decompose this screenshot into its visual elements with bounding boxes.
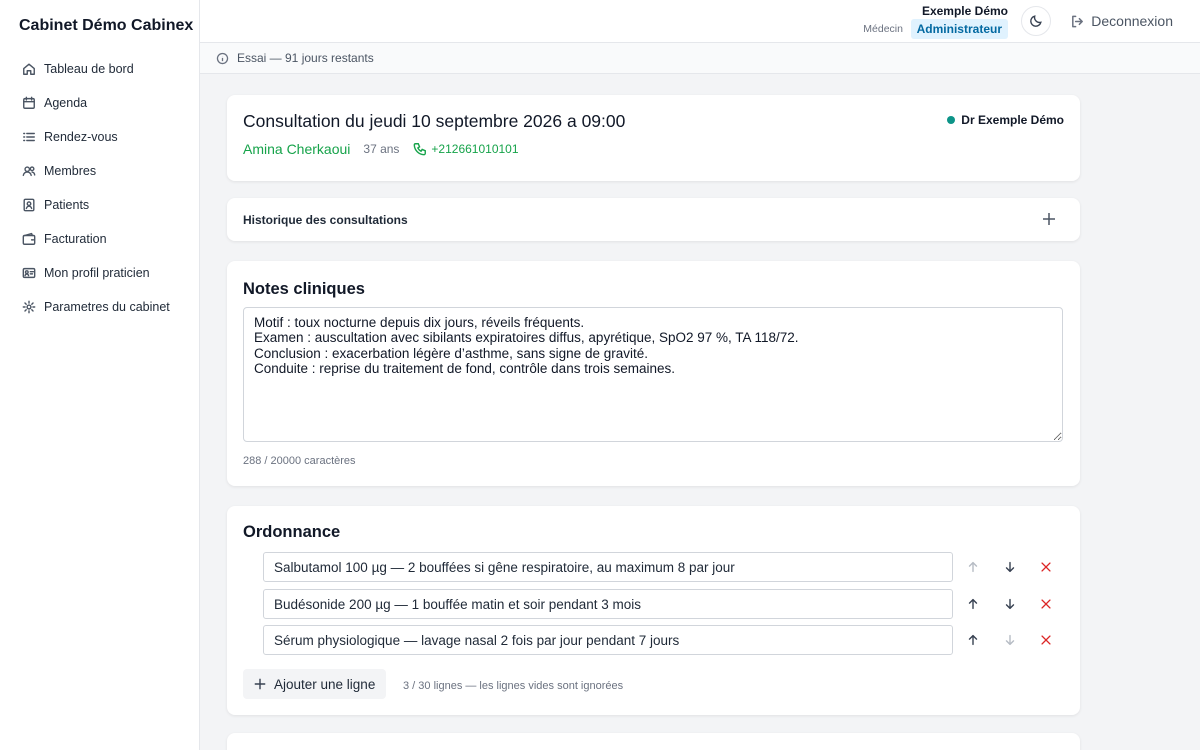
delete-line-button[interactable]	[1036, 557, 1056, 577]
phone-icon	[413, 142, 431, 156]
delete-line-button[interactable]	[1036, 630, 1056, 650]
notes-title: Notes cliniques	[243, 280, 365, 298]
sidebar: Cabinet Démo Cabinex Tableau de bord Age…	[0, 0, 200, 750]
sidebar-item-label: Parametres du cabinet	[44, 300, 170, 314]
trial-banner: Essai — 91 jours restants	[200, 43, 1200, 74]
sidebar-item-facturation[interactable]: Facturation	[0, 222, 199, 256]
arrow-up-icon	[966, 633, 980, 647]
next-card	[227, 733, 1080, 750]
sidebar-nav: Tableau de bord Agenda Rendez-vous Membr…	[0, 52, 199, 324]
consultation-card: Consultation du jeudi 10 septembre 2026 …	[227, 95, 1080, 181]
add-line-label: Ajouter une ligne	[274, 676, 376, 692]
history-title: Historique des consultations	[243, 213, 408, 227]
sidebar-item-label: Rendez-vous	[44, 130, 118, 144]
move-up-button[interactable]	[963, 594, 983, 614]
sidebar-item-label: Facturation	[44, 232, 107, 246]
arrow-up-icon	[966, 560, 980, 574]
arrow-down-icon	[1003, 633, 1017, 647]
theme-toggle-button[interactable]	[1021, 6, 1051, 36]
role-badge: Administrateur	[910, 19, 1008, 39]
contact-icon	[22, 198, 36, 212]
move-down-button[interactable]	[1000, 557, 1020, 577]
doctor-name: Dr Exemple Démo	[961, 113, 1064, 127]
move-up-button[interactable]	[963, 557, 983, 577]
app-title: Cabinet Démo Cabinex	[19, 17, 194, 34]
sidebar-item-patients[interactable]: Patients	[0, 188, 199, 222]
doctor-info: Dr Exemple Démo	[947, 113, 1064, 127]
patient-phone: +212661010101	[431, 142, 519, 156]
gear-icon	[22, 300, 36, 314]
prescription-card: Ordonnance Ajouter une ligne 3 / 30 lign…	[227, 506, 1080, 715]
users-icon	[22, 164, 36, 178]
patient-age: 37 ans	[363, 142, 400, 156]
logout-button[interactable]: Deconnexion	[1070, 13, 1173, 29]
prescription-title: Ordonnance	[243, 523, 341, 541]
close-icon	[1039, 597, 1053, 611]
sidebar-item-label: Membres	[44, 164, 97, 178]
list-icon	[22, 130, 36, 144]
prescription-line-count: 3 / 30 lignes — les lignes vides sont ig…	[403, 680, 624, 692]
move-down-button[interactable]	[1000, 630, 1020, 650]
arrow-up-icon	[966, 597, 980, 611]
notes-char-count: 288 / 20000 caractères	[243, 455, 356, 467]
wallet-icon	[22, 232, 36, 246]
home-icon	[22, 62, 36, 76]
prescription-line-input[interactable]	[263, 552, 953, 582]
status-dot	[947, 116, 956, 124]
logout-icon	[1070, 14, 1091, 29]
move-up-button[interactable]	[963, 630, 983, 650]
close-icon	[1039, 633, 1053, 647]
top-header: Exemple Démo Médecin Administrateur Deco…	[200, 0, 1200, 43]
sidebar-item-mon-profil-praticien[interactable]: Mon profil praticien	[0, 256, 199, 290]
sidebar-item-rendez-vous[interactable]: Rendez-vous	[0, 120, 199, 154]
sidebar-item-parametres-du-cabinet[interactable]: Parametres du cabinet	[0, 290, 199, 324]
trial-text: Essai — 91 jours restants	[237, 51, 374, 65]
clinical-notes-textarea[interactable]: Motif : toux nocturne depuis dix jours, …	[243, 307, 1063, 442]
sidebar-item-label: Patients	[44, 198, 90, 212]
moon-icon	[1029, 14, 1043, 28]
plus-icon[interactable]	[1041, 211, 1057, 227]
calendar-icon	[22, 96, 36, 110]
sidebar-item-membres[interactable]: Membres	[0, 154, 199, 188]
close-icon	[1039, 560, 1053, 574]
delete-line-button[interactable]	[1036, 594, 1056, 614]
arrow-down-icon	[1003, 560, 1017, 574]
history-panel[interactable]: Historique des consultations	[227, 198, 1080, 241]
consultation-title: Consultation du jeudi 10 septembre 2026 …	[243, 111, 626, 131]
prescription-line-input[interactable]	[263, 589, 953, 619]
move-down-button[interactable]	[1000, 594, 1020, 614]
logout-label: Deconnexion	[1091, 13, 1173, 29]
user-name: Exemple Démo	[921, 4, 1008, 18]
patient-phone-link[interactable]: +212661010101	[413, 142, 519, 156]
info-icon	[216, 52, 237, 65]
sidebar-item-agenda[interactable]: Agenda	[0, 86, 199, 120]
user-role: Médecin	[863, 23, 903, 35]
sidebar-item-tableau-de-bord[interactable]: Tableau de bord	[0, 52, 199, 86]
add-line-button[interactable]: Ajouter une ligne	[243, 669, 387, 699]
clinical-notes-card: Notes cliniques Motif : toux nocturne de…	[227, 261, 1080, 486]
prescription-line-input[interactable]	[263, 625, 953, 655]
arrow-down-icon	[1003, 597, 1017, 611]
patient-info: Amina Cherkaoui 37 ans +212661010101	[243, 141, 519, 157]
sidebar-item-label: Agenda	[44, 96, 88, 110]
sidebar-item-label: Tableau de bord	[44, 62, 134, 76]
patient-name-link[interactable]: Amina Cherkaoui	[243, 141, 350, 157]
sidebar-item-label: Mon profil praticien	[44, 266, 150, 280]
id-card-icon	[22, 266, 36, 280]
plus-icon	[253, 677, 274, 691]
